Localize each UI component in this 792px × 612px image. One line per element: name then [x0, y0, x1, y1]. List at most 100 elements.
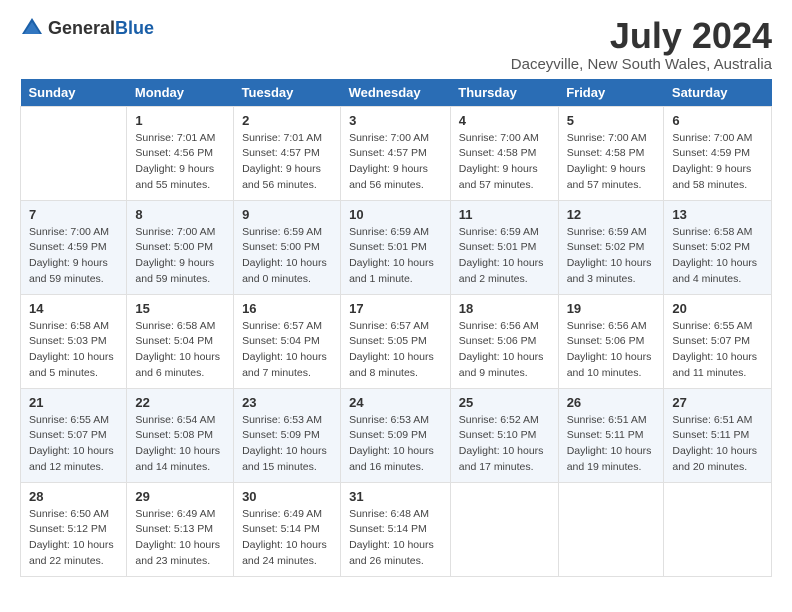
day-info: Sunrise: 6:55 AMSunset: 5:07 PMDaylight:…: [672, 319, 763, 382]
calendar-cell: 6 Sunrise: 7:00 AMSunset: 4:59 PMDaylight…: [664, 106, 772, 200]
calendar-cell: 30 Sunrise: 6:49 AMSunset: 5:14 PMDayligh…: [234, 482, 341, 576]
day-number: 24: [349, 395, 442, 410]
day-info: Sunrise: 6:51 AMSunset: 5:11 PMDaylight:…: [567, 413, 656, 476]
day-number: 15: [135, 301, 225, 316]
col-header-sunday: Sunday: [21, 79, 127, 107]
day-number: 21: [29, 395, 118, 410]
day-number: 6: [672, 113, 763, 128]
calendar-cell: 16Sunrise: 6:57 AMSunset: 5:04 PMDayligh…: [234, 294, 341, 388]
day-number: 10: [349, 207, 442, 222]
calendar-cell: 8Sunrise: 7:00 AMSunset: 5:00 PMDaylight…: [127, 200, 234, 294]
day-number: 12: [567, 207, 656, 222]
calendar-title: July 2024: [511, 16, 772, 56]
day-info: Sunrise: 6:56 AMSunset: 5:06 PMDaylight:…: [567, 319, 656, 382]
calendar-cell: 19 Sunrise: 6:56 AMSunset: 5:06 PMDayligh…: [558, 294, 664, 388]
day-number: 30: [242, 489, 332, 504]
day-info: Sunrise: 6:49 AMSunset: 5:13 PMDaylight:…: [135, 507, 225, 570]
day-info: Sunrise: 7:00 AMSunset: 4:57 PMDaylight:…: [349, 131, 442, 194]
calendar-cell: 20 Sunrise: 6:55 AMSunset: 5:07 PMDayligh…: [664, 294, 772, 388]
day-number: 26: [567, 395, 656, 410]
week-row-1: 1Sunrise: 7:01 AMSunset: 4:56 PMDaylight…: [21, 106, 772, 200]
calendar-cell: 31 Sunrise: 6:48 AMSunset: 5:14 PMDayligh…: [341, 482, 451, 576]
day-info: Sunrise: 6:58 AMSunset: 5:02 PMDaylight:…: [672, 225, 763, 288]
day-number: 27: [672, 395, 763, 410]
day-number: 31: [349, 489, 442, 504]
day-info: Sunrise: 6:49 AMSunset: 5:14 PMDaylight:…: [242, 507, 332, 570]
calendar-cell: 22 Sunrise: 6:54 AMSunset: 5:08 PMDayligh…: [127, 388, 234, 482]
day-info: Sunrise: 6:57 AMSunset: 5:05 PMDaylight:…: [349, 319, 442, 382]
calendar-cell: 14Sunrise: 6:58 AMSunset: 5:03 PMDayligh…: [21, 294, 127, 388]
day-number: 5: [567, 113, 656, 128]
day-number: 23: [242, 395, 332, 410]
calendar-cell: [450, 482, 558, 576]
calendar-subtitle: Daceyville, New South Wales, Australia: [511, 56, 772, 73]
day-number: 11: [459, 207, 550, 222]
calendar-cell: 21Sunrise: 6:55 AMSunset: 5:07 PMDayligh…: [21, 388, 127, 482]
calendar-cell: [21, 106, 127, 200]
day-number: 17: [349, 301, 442, 316]
day-number: 4: [459, 113, 550, 128]
header-row: SundayMondayTuesdayWednesdayThursdayFrid…: [21, 79, 772, 107]
day-info: Sunrise: 7:00 AMSunset: 4:58 PMDaylight:…: [567, 131, 656, 194]
logo: GeneralBlue: [20, 16, 154, 40]
calendar-cell: 4 Sunrise: 7:00 AMSunset: 4:58 PMDaylight…: [450, 106, 558, 200]
day-info: Sunrise: 7:00 AMSunset: 5:00 PMDaylight:…: [135, 225, 225, 288]
calendar-cell: 29Sunrise: 6:49 AMSunset: 5:13 PMDayligh…: [127, 482, 234, 576]
day-number: 13: [672, 207, 763, 222]
logo-blue: Blue: [115, 18, 154, 38]
calendar-cell: [558, 482, 664, 576]
calendar-cell: 18 Sunrise: 6:56 AMSunset: 5:06 PMDayligh…: [450, 294, 558, 388]
day-number: 2: [242, 113, 332, 128]
calendar-cell: 7 Sunrise: 7:00 AMSunset: 4:59 PMDaylight…: [21, 200, 127, 294]
calendar-cell: 9 Sunrise: 6:59 AMSunset: 5:00 PMDaylight…: [234, 200, 341, 294]
day-number: 28: [29, 489, 118, 504]
logo-icon: [20, 16, 44, 40]
calendar-cell: 24 Sunrise: 6:53 AMSunset: 5:09 PMDayligh…: [341, 388, 451, 482]
calendar-table: SundayMondayTuesdayWednesdayThursdayFrid…: [20, 79, 772, 577]
calendar-cell: [664, 482, 772, 576]
day-info: Sunrise: 6:54 AMSunset: 5:08 PMDaylight:…: [135, 413, 225, 476]
day-number: 19: [567, 301, 656, 316]
day-info: Sunrise: 6:56 AMSunset: 5:06 PMDaylight:…: [459, 319, 550, 382]
day-info: Sunrise: 7:00 AMSunset: 4:59 PMDaylight:…: [29, 225, 118, 288]
day-info: Sunrise: 6:53 AMSunset: 5:09 PMDaylight:…: [242, 413, 332, 476]
day-number: 16: [242, 301, 332, 316]
day-info: Sunrise: 6:59 AMSunset: 5:02 PMDaylight:…: [567, 225, 656, 288]
day-info: Sunrise: 6:59 AMSunset: 5:01 PMDaylight:…: [349, 225, 442, 288]
day-number: 9: [242, 207, 332, 222]
calendar-cell: 28Sunrise: 6:50 AMSunset: 5:12 PMDayligh…: [21, 482, 127, 576]
logo-text: GeneralBlue: [48, 18, 154, 39]
calendar-cell: 1Sunrise: 7:01 AMSunset: 4:56 PMDaylight…: [127, 106, 234, 200]
day-number: 25: [459, 395, 550, 410]
day-info: Sunrise: 6:58 AMSunset: 5:04 PMDaylight:…: [135, 319, 225, 382]
day-number: 14: [29, 301, 118, 316]
calendar-cell: 5 Sunrise: 7:00 AMSunset: 4:58 PMDaylight…: [558, 106, 664, 200]
calendar-cell: 23 Sunrise: 6:53 AMSunset: 5:09 PMDayligh…: [234, 388, 341, 482]
day-number: 22: [135, 395, 225, 410]
day-info: Sunrise: 7:00 AMSunset: 4:59 PMDaylight:…: [672, 131, 763, 194]
col-header-tuesday: Tuesday: [234, 79, 341, 107]
calendar-cell: 2Sunrise: 7:01 AMSunset: 4:57 PMDaylight…: [234, 106, 341, 200]
day-number: 3: [349, 113, 442, 128]
day-number: 20: [672, 301, 763, 316]
calendar-cell: 11 Sunrise: 6:59 AMSunset: 5:01 PMDayligh…: [450, 200, 558, 294]
calendar-cell: 26 Sunrise: 6:51 AMSunset: 5:11 PMDayligh…: [558, 388, 664, 482]
day-info: Sunrise: 7:00 AMSunset: 4:58 PMDaylight:…: [459, 131, 550, 194]
calendar-cell: 17 Sunrise: 6:57 AMSunset: 5:05 PMDayligh…: [341, 294, 451, 388]
col-header-monday: Monday: [127, 79, 234, 107]
week-row-3: 14Sunrise: 6:58 AMSunset: 5:03 PMDayligh…: [21, 294, 772, 388]
week-row-4: 21Sunrise: 6:55 AMSunset: 5:07 PMDayligh…: [21, 388, 772, 482]
day-info: Sunrise: 6:59 AMSunset: 5:01 PMDaylight:…: [459, 225, 550, 288]
calendar-cell: 27 Sunrise: 6:51 AMSunset: 5:11 PMDayligh…: [664, 388, 772, 482]
day-info: Sunrise: 6:59 AMSunset: 5:00 PMDaylight:…: [242, 225, 332, 288]
page-header: GeneralBlue July 2024 Daceyville, New So…: [20, 16, 772, 73]
col-header-saturday: Saturday: [664, 79, 772, 107]
day-number: 7: [29, 207, 118, 222]
col-header-wednesday: Wednesday: [341, 79, 451, 107]
calendar-cell: 3 Sunrise: 7:00 AMSunset: 4:57 PMDaylight…: [341, 106, 451, 200]
day-info: Sunrise: 6:48 AMSunset: 5:14 PMDaylight:…: [349, 507, 442, 570]
day-info: Sunrise: 6:53 AMSunset: 5:09 PMDaylight:…: [349, 413, 442, 476]
day-info: Sunrise: 6:51 AMSunset: 5:11 PMDaylight:…: [672, 413, 763, 476]
day-number: 18: [459, 301, 550, 316]
title-block: July 2024 Daceyville, New South Wales, A…: [511, 16, 772, 73]
